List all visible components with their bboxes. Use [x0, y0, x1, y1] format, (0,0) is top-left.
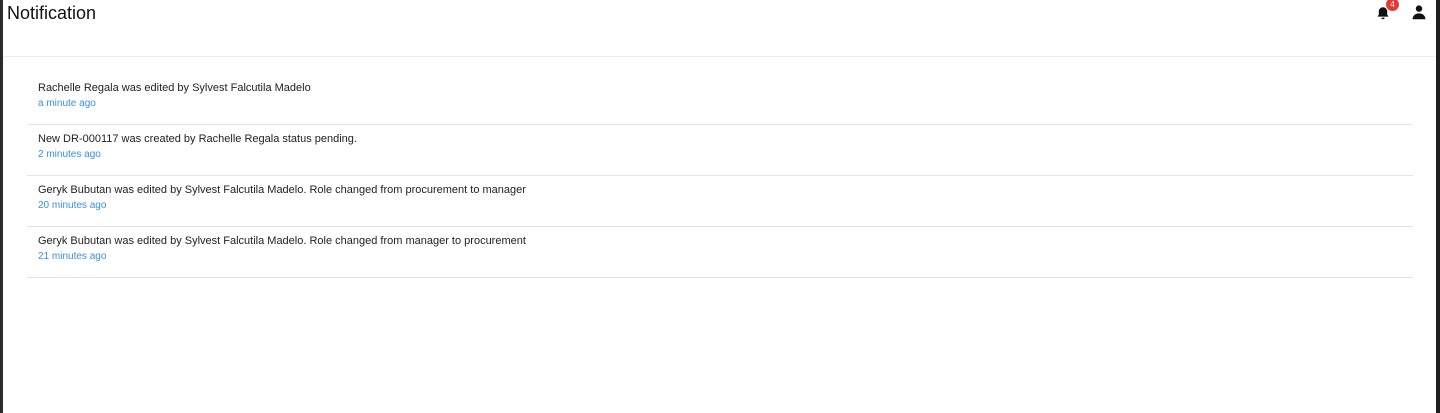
notifications-button[interactable]: 4	[1375, 0, 1399, 23]
notification-time: a minute ago	[38, 98, 96, 109]
notification-message: Geryk Bubutan was edited by Sylvest Falc…	[38, 184, 526, 196]
notification-time: 21 minutes ago	[38, 251, 107, 262]
notification-message: Geryk Bubutan was edited by Sylvest Falc…	[38, 235, 526, 247]
notification-message: Rachelle Regala was edited by Sylvest Fa…	[38, 82, 311, 94]
page-title: Notification	[7, 3, 97, 23]
notification-item[interactable]: Geryk Bubutan was edited by Sylvest Falc…	[27, 176, 1413, 227]
notification-time: 2 minutes ago	[38, 149, 101, 160]
right-window-edge	[1436, 0, 1440, 413]
notification-list: Rachelle Regala was edited by Sylvest Fa…	[27, 74, 1413, 278]
user-icon	[1412, 5, 1426, 20]
notification-count-badge: 4	[1386, 0, 1399, 11]
notification-message: New DR-000117 was created by Rachelle Re…	[38, 133, 357, 145]
top-header: Notification 4	[3, 0, 1436, 57]
notification-item[interactable]: Rachelle Regala was edited by Sylvest Fa…	[27, 74, 1413, 125]
notification-time: 20 minutes ago	[38, 200, 107, 211]
app-frame: Notification 4 Rachelle Regala was edite…	[0, 0, 1440, 413]
notification-item[interactable]: New DR-000117 was created by Rachelle Re…	[27, 125, 1413, 176]
user-menu-button[interactable]	[1411, 4, 1429, 22]
notification-item[interactable]: Geryk Bubutan was edited by Sylvest Falc…	[27, 227, 1413, 278]
left-window-edge	[0, 0, 3, 413]
